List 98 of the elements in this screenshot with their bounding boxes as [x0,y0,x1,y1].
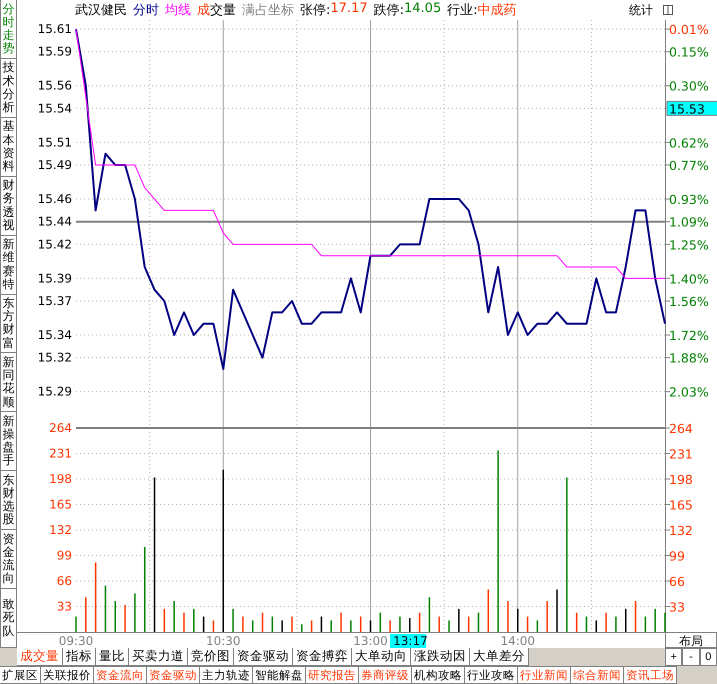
stats-button[interactable]: 统计 [629,2,653,18]
axis-label: 15.34 [38,328,72,342]
side-tab[interactable]: 新维赛特 [0,236,16,295]
info-tab[interactable]: 主力轨迹 [200,666,253,684]
axis-label: 66 [669,574,685,589]
legend-label[interactable]: 分时 [133,1,159,19]
axis-label: 15.39 [38,271,72,286]
info-tab[interactable]: 关联报价 [41,666,94,684]
axis-label: 165 [669,498,693,513]
axis-label: 15.42 [38,237,72,252]
legend-label[interactable]: 满占坐标 [242,1,294,19]
limit-label: 行业: [447,2,478,19]
axis-label: 264 [49,421,72,436]
axis-label: 15.46 [38,192,72,206]
axis-label: 15.49 [38,158,72,172]
side-tab[interactable]: 技术分析 [0,58,16,118]
info-tab[interactable]: 资讯工场 [624,666,677,684]
limit-value: 17.17 [330,1,368,18]
info-tab[interactable]: 研究报告 [306,666,359,684]
indicator-tab[interactable]: 量比 [96,648,129,666]
axis-label: 15.56 [38,78,72,93]
layout-button[interactable]: 布局 [665,632,717,648]
info-tab[interactable]: 综合新闻 [571,666,624,684]
axis-label: 1.88% [669,350,709,366]
info-tab[interactable]: 资金流向 [94,666,147,684]
side-tab[interactable]: 敢死队 [0,589,16,648]
axis-label: 33 [669,600,685,614]
time-label: 14:00 [500,634,536,648]
axis-label: 0.01% [669,22,709,38]
side-tab[interactable]: 资金流向 [0,530,16,590]
axis-label: 33 [56,600,72,614]
axis-label: 2.03% [669,384,709,400]
indicator-tab[interactable]: 大单差分 [470,648,529,666]
axis-label: 0.93% [669,192,709,208]
axis-label: 15.51 [38,135,72,150]
side-tab[interactable]: 东方财富 [0,294,16,354]
indicator-tab[interactable]: 大单动向 [352,648,411,666]
indicator-tab[interactable]: 涨跌动因 [411,648,470,666]
time-label: 10:30 [206,634,241,648]
info-tab[interactable]: 行业新闻 [518,666,571,684]
axis-label: 15.44 [38,214,72,229]
axis-label: 99 [669,548,685,564]
indicator-tab[interactable]: 资金搏弈 [293,648,352,666]
side-tab[interactable]: 财务透视 [0,176,16,236]
side-tab[interactable]: 新操盘手 [0,412,16,472]
limit-value: 14.05 [404,1,442,18]
indicator-tab[interactable]: 指标 [63,648,96,666]
side-tab[interactable]: 新同花顺 [0,353,16,412]
axis-label: 198 [49,472,72,486]
axis-label: 264 [669,421,693,436]
axis-label: 99 [56,548,72,563]
indicator-tab[interactable]: 成交量 [17,648,63,666]
axis-label: 132 [49,523,72,538]
side-tab[interactable]: 东财选股 [0,471,16,530]
side-tab[interactable]: 分时走势 [0,0,16,59]
legend-label[interactable]: 成交量 [197,1,236,19]
axis-label: 0.77% [669,158,709,174]
axis-label: 165 [49,498,72,512]
axis-label: 1.40% [669,271,709,286]
axis-label: 15.61 [38,22,72,36]
axis-label: 0.15% [669,44,709,60]
info-tab[interactable]: 资金驱动 [147,666,200,684]
axis-label: 1.25% [669,237,709,252]
axis-label: 1.09% [669,214,709,230]
axis-label: 231 [49,446,72,461]
current-price-label: 15.53 [666,100,717,116]
zoom-button[interactable]: - [682,648,700,666]
limit-label: 张停: [300,2,330,19]
axis-label: 0.30% [669,78,709,94]
side-tab[interactable]: 基本资料 [0,118,16,177]
limit-value: 中成药 [478,2,517,19]
axis-label: 231 [669,446,693,462]
axis-label: 15.29 [38,384,72,399]
axis-label: 15.37 [38,294,72,308]
zoom-button[interactable]: 0 [700,648,717,666]
axis-label: 15.54 [38,101,72,116]
axis-label: 15.32 [38,350,72,365]
info-tab[interactable]: 行业攻略 [465,666,518,684]
axis-label: 198 [669,472,693,488]
time-label: 13:00 [353,634,388,648]
info-tab[interactable]: 智能解盘 [253,666,306,684]
axis-label: 0.62% [669,135,709,150]
indicator-tab[interactable]: 资金驱动 [234,648,293,666]
info-tab[interactable]: 机构攻略 [412,666,465,684]
zoom-button[interactable]: + [665,648,682,666]
indicator-tab[interactable]: 竞价图 [188,648,234,666]
axis-label: 1.56% [669,294,709,310]
indicator-tab[interactable]: 买卖力道 [129,648,188,666]
stock-name: 武汉健民 [75,2,127,19]
time-label: 09:30 [58,634,94,648]
info-tab[interactable]: 扩展区 [0,666,41,684]
axis-label: 66 [56,574,72,588]
info-tab[interactable]: 券商评级 [359,666,412,684]
axis-label: 132 [669,523,693,538]
window-icon[interactable] [663,5,673,15]
limit-label: 跌停: [374,2,404,19]
axis-label: 15.59 [38,44,72,59]
axis-label: 1.72% [669,328,709,344]
